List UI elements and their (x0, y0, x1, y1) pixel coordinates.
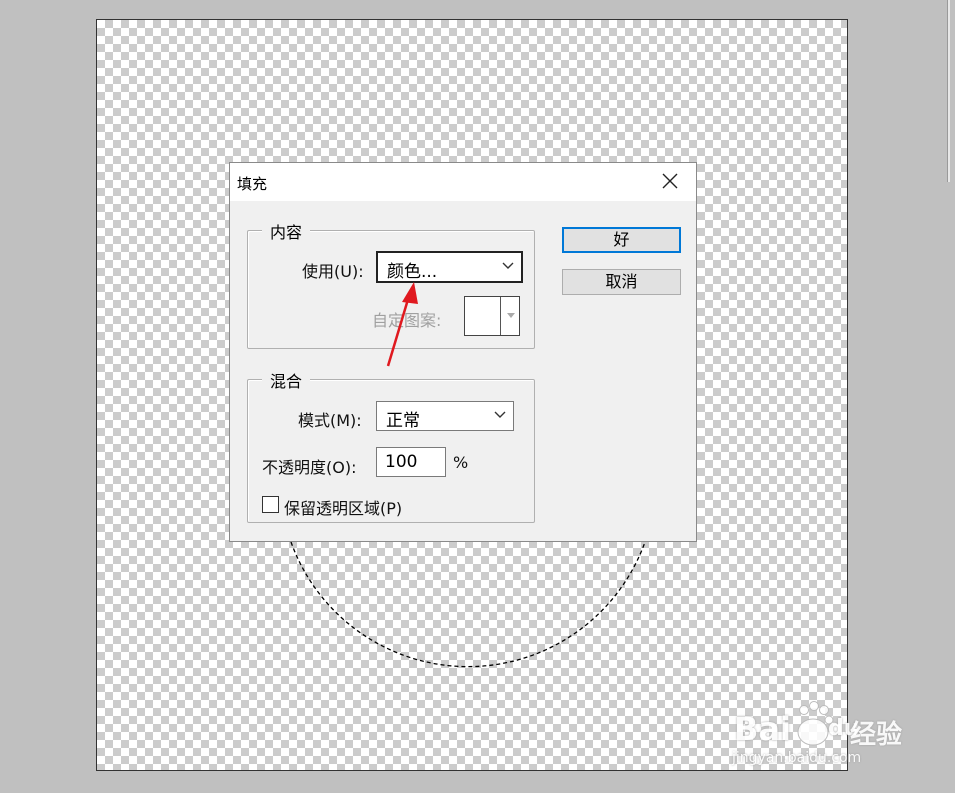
baidu-jingyan-watermark: Bai du 经验 jingyan.baidu.com (728, 688, 928, 778)
watermark-brand-part1: Bai (734, 710, 791, 748)
watermark-url: jingyan.baidu.com (732, 750, 862, 766)
annotation-arrow (386, 282, 418, 367)
watermark-brand-cn: 经验 (850, 720, 903, 750)
